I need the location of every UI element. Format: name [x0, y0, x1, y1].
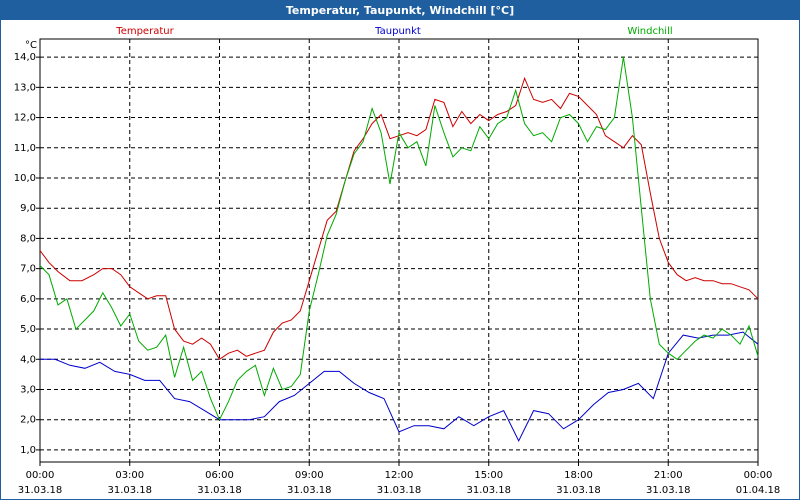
y-tick-label: 6,0	[20, 294, 36, 305]
y-tick-label: 8,0	[20, 233, 36, 244]
legend: Temperatur Taupunkt Windchill	[115, 26, 672, 37]
y-tick-label: 4,0	[20, 354, 36, 365]
x-tick-time: 21:00	[654, 470, 683, 481]
x-tick-time: 00:00	[26, 470, 55, 481]
x-tick-time: 03:00	[115, 470, 144, 481]
x-tick-time: 18:00	[564, 470, 593, 481]
y-tick-label: 9,0	[20, 203, 36, 214]
y-tick-label: 13,0	[14, 82, 36, 93]
x-tick-time: 00:00	[744, 470, 773, 481]
y-tick-label: 1,0	[20, 445, 36, 456]
x-tick-time: 06:00	[205, 470, 234, 481]
x-tick-time: 12:00	[385, 470, 414, 481]
x-tick-date: 31.03.18	[466, 485, 511, 496]
legend-entry-temperatur: Temperatur	[115, 26, 174, 37]
x-tick-time: 15:00	[474, 470, 503, 481]
y-tick-label: 2,0	[20, 415, 36, 426]
y-axis-ticks: 1,0 2,0 3,0 4,0 5,0 6,0 7,0 8,0 9,0 10,0 11,0 12,0 1…	[14, 52, 40, 456]
line-chart: 1,0 2,0 3,0 4,0 5,0 6,0 7,0 8,0 9,0 10,0 11,0 12,0 1…	[14, 26, 781, 496]
x-tick-time: 09:00	[295, 470, 324, 481]
y-tick-label: 5,0	[20, 324, 36, 335]
x-tick-date: 31.03.18	[197, 485, 242, 496]
x-tick-date: 31.03.18	[287, 485, 332, 496]
y-tick-label: 3,0	[20, 384, 36, 395]
x-tick-date: 31.03.18	[556, 485, 601, 496]
x-axis-ticks: 00:00 31.03.18 03:00 31.03.18 06:00 31.03.18 0…	[18, 462, 781, 496]
y-tick-label: 14,0	[14, 52, 36, 63]
y-axis-label: °C	[25, 40, 37, 51]
x-tick-date: 31.03.18	[18, 485, 63, 496]
x-tick-date: 31.03.18	[646, 485, 691, 496]
y-tick-label: 7,0	[20, 264, 36, 275]
x-tick-date: 31.03.18	[377, 485, 422, 496]
y-tick-label: 12,0	[14, 113, 36, 124]
x-tick-date: 31.03.18	[107, 485, 152, 496]
x-tick-date: 01.04.18	[736, 485, 781, 496]
y-tick-label: 11,0	[14, 143, 36, 154]
legend-entry-taupunkt: Taupunkt	[374, 26, 421, 37]
y-tick-label: 10,0	[14, 173, 36, 184]
legend-entry-windchill: Windchill	[627, 26, 672, 37]
